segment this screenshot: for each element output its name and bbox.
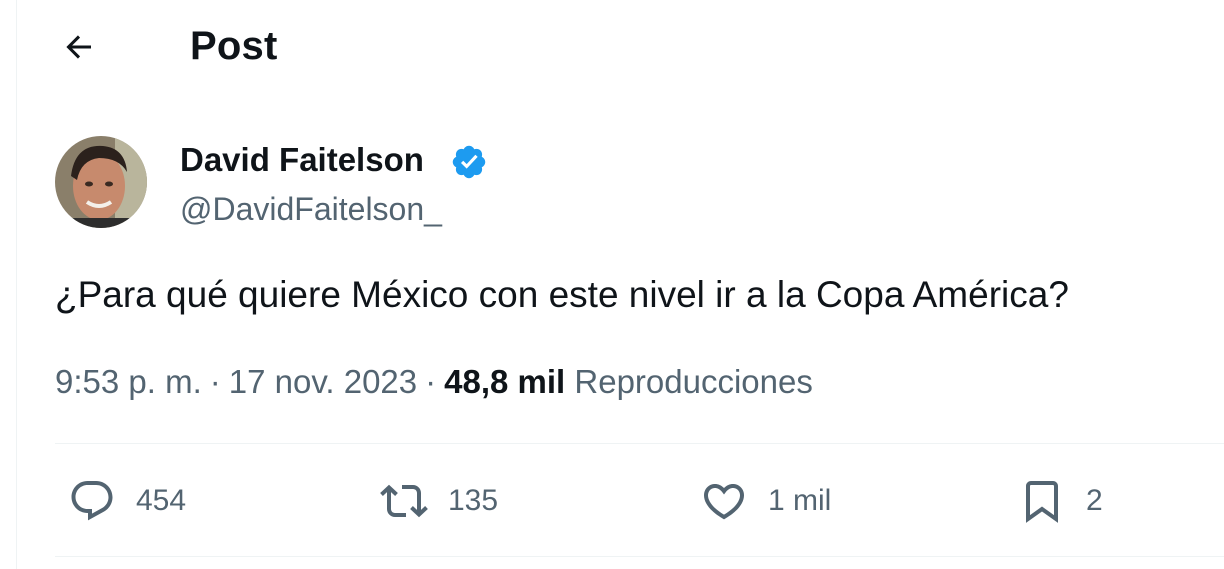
divider xyxy=(55,556,1224,557)
author-name[interactable]: David Faitelson xyxy=(180,140,424,180)
avatar-image xyxy=(55,136,147,228)
meta-separator: · xyxy=(425,363,437,400)
top-bar: Post xyxy=(0,0,1224,95)
views-count[interactable]: 48,8 mil xyxy=(444,363,565,400)
action-bar: 454 135 1 mil 2 xyxy=(0,466,1224,536)
page-title: Post xyxy=(190,24,278,68)
avatar[interactable] xyxy=(55,136,147,228)
reply-button[interactable]: 454 xyxy=(68,466,186,536)
repost-button[interactable]: 135 xyxy=(380,466,498,536)
like-count: 1 mil xyxy=(768,484,832,517)
back-button[interactable] xyxy=(56,24,102,70)
reply-count: 454 xyxy=(136,484,187,517)
verified-badge-icon xyxy=(450,143,488,181)
meta-separator: · xyxy=(209,363,221,400)
heart-icon xyxy=(703,484,745,520)
post-text: ¿Para qué quiere México con este nivel i… xyxy=(55,274,1069,315)
arrow-left-icon xyxy=(66,35,91,59)
post-date[interactable]: 17 nov. 2023 xyxy=(229,363,417,400)
post-page: Post David Faitelson @DavidFaitelson_ ¿P… xyxy=(0,0,1224,569)
bookmark-icon xyxy=(1026,481,1058,523)
views-label[interactable]: Reproducciones xyxy=(574,363,812,400)
bookmark-count: 2 xyxy=(1086,484,1103,517)
bookmark-button[interactable]: 2 xyxy=(1018,466,1103,536)
author-handle[interactable]: @DavidFaitelson_ xyxy=(180,188,442,230)
post-meta: 9:53 p. m. · 17 nov. 2023 · 48,8 mil Reprodu… xyxy=(55,360,813,404)
repost-count: 135 xyxy=(448,484,499,517)
divider xyxy=(55,443,1224,444)
like-button[interactable]: 1 mil xyxy=(700,466,831,536)
reply-icon xyxy=(71,481,113,521)
repost-icon xyxy=(380,484,428,518)
post-time[interactable]: 9:53 p. m. xyxy=(55,363,202,400)
